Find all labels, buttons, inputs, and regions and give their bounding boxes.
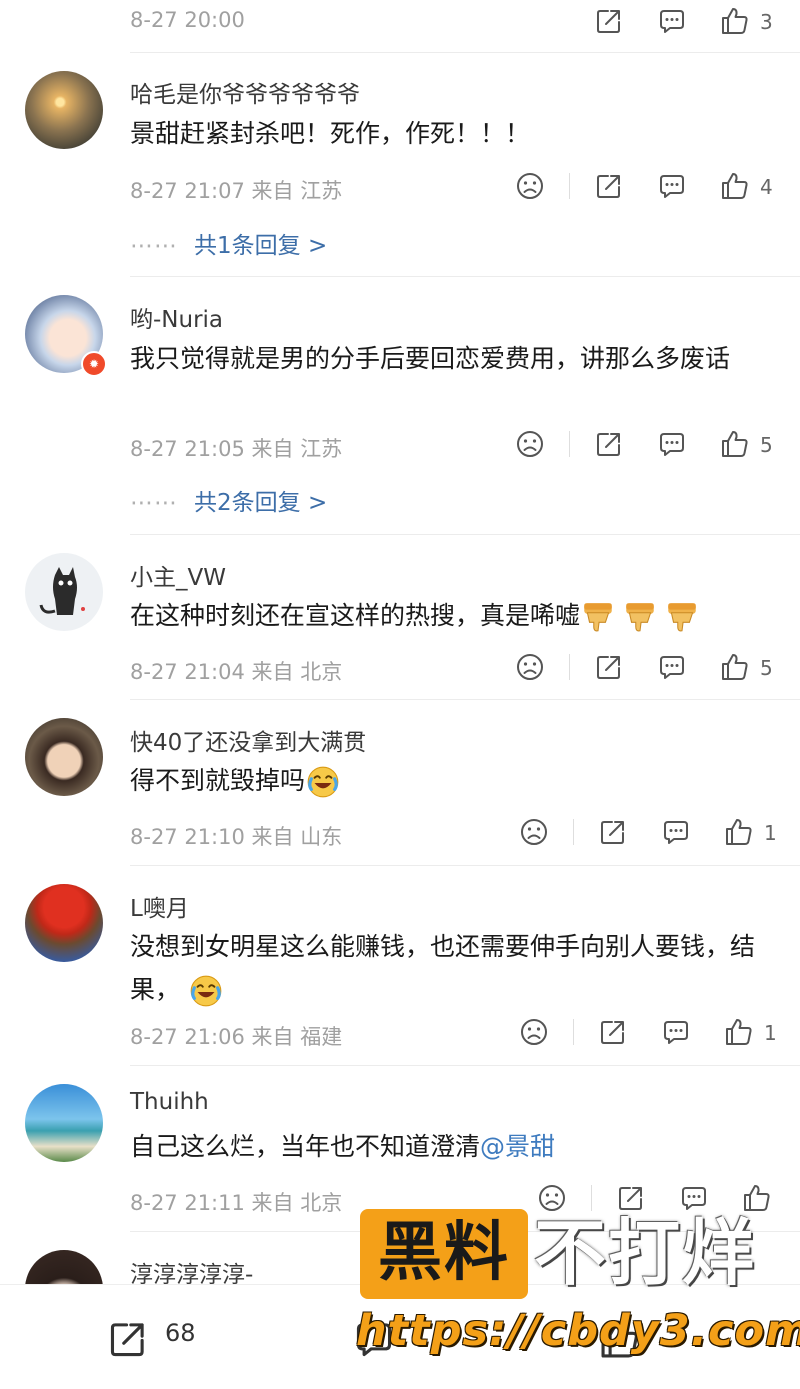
avatar[interactable] (25, 718, 103, 796)
avatar[interactable] (25, 71, 103, 149)
comment-item: 小主_VW 在这种时刻还在宣这样的热搜，真是唏嘘 8-27 21:04 来自 北… (0, 534, 800, 699)
comment-text: 我只觉得就是男的分手后要回恋爱费用，讲那么多废话 (130, 344, 731, 373)
share-icon[interactable] (104, 1315, 152, 1363)
reply-count-label: 共2条回复 > (194, 490, 328, 516)
watermark-text: 黑料 (378, 1216, 510, 1290)
vip-badge-icon: ✹ (81, 351, 107, 377)
like-icon[interactable] (722, 815, 756, 849)
comment-text: 在这种时刻还在宣这样的热搜，真是唏嘘 (130, 594, 780, 637)
comment-item: ✹ 哟-Nuria 我只觉得就是男的分手后要回恋爱费用，讲那么多废话 8-27 … (0, 276, 800, 534)
username[interactable]: Thuihh (130, 1089, 209, 1115)
like-icon[interactable] (718, 169, 752, 203)
comment-text: 得不到就毁掉吗 (130, 759, 780, 802)
reply-count-label: 共1条回复 > (194, 233, 328, 259)
username[interactable]: 哟-Nuria (130, 300, 223, 334)
thumbs-down-emoji-icon (580, 599, 616, 635)
comment-meta-row: 8-27 20:00 3 (130, 0, 800, 46)
dislike-face-icon[interactable] (517, 1015, 551, 1049)
mention-link[interactable]: @景甜 (480, 1132, 555, 1161)
reply-dots: ⋯⋯ (130, 490, 178, 516)
share-icon[interactable] (592, 4, 626, 38)
comment-time: 8-27 20:00 (130, 8, 245, 32)
reply-dots: ⋯⋯ (130, 233, 178, 259)
reply-link[interactable]: ⋯⋯ 共1条回复 > (130, 226, 327, 260)
avatar[interactable] (25, 553, 103, 631)
like-count: 5 (760, 656, 773, 680)
dislike-face-icon[interactable] (513, 427, 547, 461)
comment-text: 没想到女明星这么能赚钱，也还需要伸手向别人要钱，结果， (130, 925, 780, 1011)
dislike-face-icon[interactable] (513, 650, 547, 684)
comment-icon[interactable] (655, 427, 689, 461)
comment-text: 自己这么烂，当年也不知道澄清@景甜 (130, 1125, 780, 1168)
comment-icon[interactable] (659, 1015, 693, 1049)
laughing-crying-emoji-icon (188, 973, 224, 1009)
avatar[interactable] (25, 884, 103, 962)
comment-time: 8-27 21:10 来自 山东 (130, 825, 343, 849)
divider (569, 173, 570, 199)
username[interactable]: 淳淳淳淳淳- (130, 1255, 253, 1284)
like-count: 3 (760, 10, 773, 34)
comment-time: 8-27 21:06 来自 福建 (130, 1025, 343, 1049)
comment-text-body: 自己这么烂，当年也不知道澄清 (130, 1132, 481, 1161)
comment-text-body: 得不到就毁掉吗 (130, 766, 306, 795)
like-count: 1 (764, 821, 777, 845)
like-icon[interactable] (718, 4, 752, 38)
comment-time: 8-27 21:05 来自 江苏 (130, 437, 343, 461)
divider (573, 819, 574, 845)
share-count: 68 (165, 1319, 196, 1347)
share-icon[interactable] (596, 815, 630, 849)
like-icon[interactable] (718, 427, 752, 461)
comment-time: 8-27 21:07 来自 江苏 (130, 179, 343, 203)
thumbs-down-emoji-icon (622, 599, 658, 635)
like-count: 4 (760, 175, 773, 199)
username[interactable]: 快40了还没拿到大满贯 (130, 723, 366, 757)
divider (573, 1019, 574, 1045)
comment-text-body: 在这种时刻还在宣这样的热搜，真是唏嘘 (130, 601, 581, 630)
watermark-text: 不打烊 (534, 1211, 757, 1295)
like-icon[interactable] (718, 650, 752, 684)
comment-text: 景甜赶紧封杀吧！死作，作死！！！ (130, 119, 531, 148)
share-icon[interactable] (592, 427, 626, 461)
username[interactable]: 哈毛是你爷爷爷爷爷爷 (130, 75, 360, 109)
comment-icon[interactable] (655, 169, 689, 203)
comment-time: 8-27 21:11 来自 北京 (130, 1191, 343, 1215)
comment-time: 8-27 21:04 来自 北京 (130, 660, 343, 684)
username[interactable]: 小主_VW (130, 558, 226, 592)
comment-icon[interactable] (655, 650, 689, 684)
comment-item: L噢月 没想到女明星这么能赚钱，也还需要伸手向别人要钱，结果， 8-27 21:… (0, 865, 800, 1065)
reply-link[interactable]: ⋯⋯ 共2条回复 > (130, 483, 327, 517)
comment-icon[interactable] (659, 815, 693, 849)
divider (569, 654, 570, 680)
divider (569, 431, 570, 457)
dislike-face-icon[interactable] (517, 815, 551, 849)
dislike-face-icon[interactable] (513, 169, 547, 203)
share-icon[interactable] (592, 169, 626, 203)
username[interactable]: L噢月 (130, 889, 189, 923)
comment-icon[interactable] (655, 4, 689, 38)
thumbs-down-emoji-icon (664, 599, 700, 635)
like-count: 5 (760, 433, 773, 457)
share-icon[interactable] (596, 1015, 630, 1049)
avatar[interactable] (25, 1250, 103, 1284)
comment-item: 快40了还没拿到大满贯 得不到就毁掉吗 8-27 21:10 来自 山东 1 (0, 699, 800, 865)
cat-illustration (39, 567, 85, 615)
like-count: 1 (764, 1021, 777, 1045)
share-icon[interactable] (592, 650, 626, 684)
like-icon[interactable] (722, 1015, 756, 1049)
comment-item: 哈毛是你爷爷爷爷爷爷 景甜赶紧封杀吧！死作，作死！！！ 8-27 21:07 来… (0, 52, 800, 277)
avatar[interactable] (25, 1084, 103, 1162)
laughing-crying-emoji-icon (305, 764, 341, 800)
watermark-url: https://cbdy3.com (356, 1306, 800, 1356)
